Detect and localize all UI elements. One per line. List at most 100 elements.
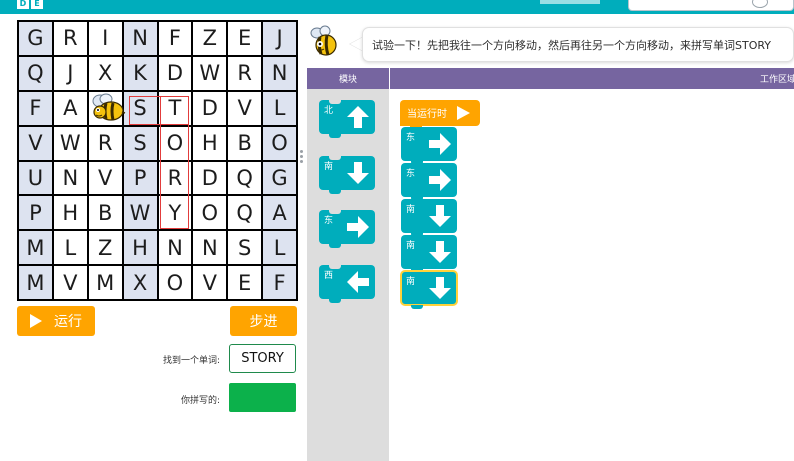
block-direction-label: 东 [406,133,416,143]
arrow-left-icon [347,271,369,293]
logo[interactable]: D E [17,0,43,9]
grid-cell: N [193,231,227,265]
arrow-right-icon [347,216,369,238]
toolbox-header-label: 模块 [338,75,357,85]
grid-cell: Y [158,196,192,230]
grid-cell: A [263,196,296,230]
arrow-right-icon [429,133,451,155]
step-button[interactable]: 步进 [230,306,297,336]
panel-resize-handle[interactable] [300,150,304,164]
arrow-down-icon [429,205,451,227]
run-button[interactable]: 运行 [17,306,95,336]
grid-cell: R [158,161,192,195]
grid-cell: V [88,161,122,195]
grid-cell: O [158,126,192,160]
grid-cell: I [88,22,122,55]
arrow-down-icon [429,241,451,263]
grid-cell: O [158,266,192,299]
grid-cell: F [19,91,52,125]
grid-cell: S [123,126,157,160]
grid-cell: Z [193,22,227,55]
bee-icon [92,93,126,121]
logo-letter-e: E [31,0,43,9]
workspace-block-3[interactable]: 南 [401,235,457,273]
grid-cell: E [228,22,262,55]
top-search-field[interactable] [628,0,794,11]
grid-cell: N [263,56,296,90]
grid-cell: P [123,161,157,195]
grid-cell: V [193,266,227,299]
grid-cell: O [263,126,296,160]
grid-cell: W [53,126,87,160]
grid-cell: N [158,231,192,265]
grid-cell: H [53,196,87,230]
workspace-block-0[interactable]: 东 [401,127,457,165]
grid-cell: L [53,231,87,265]
workspace-header: 工作区域 [390,68,794,89]
grid-cell: L [263,231,296,265]
arrow-right-icon [429,169,451,191]
toolbox-block-2[interactable]: 东 [319,210,375,248]
logo-letter-d: D [17,0,29,9]
grid-cell: R [88,126,122,160]
bee-avatar-icon [310,25,337,56]
grid-cell: V [228,91,262,125]
grid-cell: D [193,91,227,125]
when-run-label: 当运行时 [407,109,447,120]
block-direction-label: 南 [406,205,416,215]
block-direction-label: 东 [406,169,416,179]
grid-cell: J [53,56,87,90]
arrow-up-icon [347,106,369,128]
grid-cell: R [228,56,262,90]
top-nav-link[interactable] [540,0,600,4]
toolbox-block-3[interactable]: 西 [319,265,375,303]
grid-cell: X [88,56,122,90]
spelled-word-box [229,383,296,412]
when-run-block[interactable]: 当运行时 [400,100,480,130]
toolbox-block-1[interactable]: 南 [319,156,375,194]
spelled-label: 你拼写的: [180,396,220,406]
step-button-label: 步进 [249,314,278,330]
top-bar: D E [0,0,794,14]
grid-cell: N [53,161,87,195]
workspace-block-2[interactable]: 南 [401,199,457,237]
grid-cell: F [158,22,192,55]
run-button-label: 运行 [54,314,82,330]
grid-cell: G [19,22,52,55]
grid-cell: Q [228,196,262,230]
grid-cell: L [263,91,296,125]
block-direction-label: 东 [324,216,334,226]
play-icon [457,106,470,120]
instruction-text: 试验一下！先把我往一个方向移动，然后再往另一个方向移动，来拼写单词STORY [372,38,772,52]
workspace-block-1[interactable]: 东 [401,163,457,201]
arrow-down-icon [347,162,369,184]
grid-cell: M [19,231,52,265]
instruction-bubble: 试验一下！先把我往一个方向移动，然后再往另一个方向移动，来拼写单词STORY [362,27,794,62]
grid-cell: D [193,161,227,195]
grid-cell: W [193,56,227,90]
found-word-box: STORY [229,344,296,373]
grid-cell: Z [88,231,122,265]
block-direction-label: 南 [406,241,416,251]
grid-cell: U [19,161,52,195]
toolbox-block-0[interactable]: 北 [319,100,375,138]
grid-cell: H [123,231,157,265]
arrow-down-icon [429,277,451,299]
block-direction-label: 南 [406,277,416,287]
grid-cell: Q [19,56,52,90]
grid-cell: V [19,126,52,160]
grid-cell: O [193,196,227,230]
block-direction-label: 西 [324,271,334,281]
workspace-block-4[interactable]: 南 [400,270,458,309]
grid-cell: M [88,266,122,299]
grid-cell: J [263,22,296,55]
grid-cell: X [123,266,157,299]
grid-cell: T [158,91,192,125]
grid-cell: M [19,266,52,299]
letter-grid: GRINFZEJQJXKDWRNFASTDVLVWRSOHBOUNVPRDQGP… [17,20,298,301]
grid-cell: B [88,196,122,230]
block-direction-label: 北 [324,106,334,116]
grid-cell: N [123,22,157,55]
block-direction-label: 南 [324,162,334,172]
grid-cell: Q [228,161,262,195]
